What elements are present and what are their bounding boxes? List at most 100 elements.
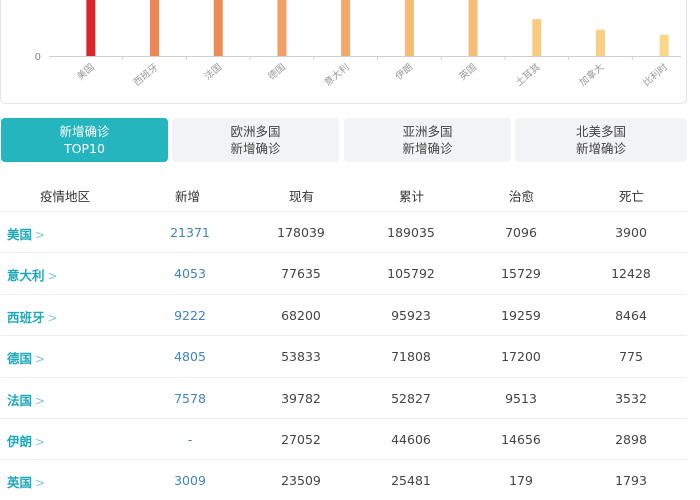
total-cases-cell: 44606 — [391, 431, 431, 447]
x-tick-label: 德国 — [266, 61, 288, 82]
total-cases-cell: 95923 — [391, 307, 431, 323]
current-cases-cell: 77635 — [281, 266, 321, 282]
bar — [341, 0, 351, 56]
new-cases-cell[interactable]: 7578 — [135, 391, 245, 406]
header-region: 疫情地区 — [40, 189, 91, 204]
region-name: 法国 — [7, 392, 33, 408]
table-row[interactable]: 美国 >21371 178039 189035 7096 3900 — [0, 212, 687, 254]
cured-cell: 19259 — [501, 307, 541, 323]
region-name: 伊朗 — [7, 433, 33, 449]
new-cases-cell[interactable]: 9222 — [135, 308, 245, 323]
x-tick-label: 土耳其 — [513, 61, 543, 89]
chevron-right-icon: > — [35, 393, 46, 408]
table-row[interactable]: 英国 >3009 23509 25481 179 1793 — [0, 460, 687, 500]
table-row[interactable]: 德国 >4805 53833 71808 17200 775 — [0, 336, 687, 378]
table-header: 疫情地区 新增 现有 累计 治愈 死亡 — [0, 174, 687, 212]
cases-table: 疫情地区 新增 现有 累计 治愈 死亡 美国 >21371 178039 189035… — [0, 174, 687, 500]
x-tick-label: 加拿大 — [577, 61, 607, 89]
chevron-right-icon: > — [35, 434, 46, 449]
new-cases-cell[interactable]: 4053 — [135, 266, 245, 281]
bar — [468, 0, 478, 56]
tab-label-line1: 北美多国 — [575, 124, 626, 139]
chevron-right-icon: > — [35, 352, 46, 367]
region-link[interactable]: 法国 > — [7, 390, 45, 409]
table-row[interactable]: 法国 >7578 39782 52827 9513 3532 — [0, 378, 687, 419]
tab-label-line2: TOP10 — [64, 141, 105, 156]
chevron-right-icon: > — [35, 228, 46, 242]
cured-cell: 17200 — [501, 349, 541, 365]
tab-europe[interactable]: 欧洲多国 新增确诊 — [172, 118, 339, 162]
bar — [86, 0, 96, 56]
total-cases-cell: 189035 — [387, 225, 435, 240]
current-cases-cell: 68200 — [281, 307, 321, 323]
region-link[interactable]: 德国 > — [7, 348, 45, 367]
region-name: 意大利 — [7, 268, 45, 284]
cured-cell: 14656 — [501, 431, 541, 447]
top10-new-cases-chart: 0 美国 西班牙 法国 德国 意大利 伊朗 英国 土耳其 加拿大 比利时 — [0, 0, 687, 104]
current-cases-cell: 178039 — [277, 225, 325, 240]
cured-cell: 7096 — [505, 225, 537, 240]
region-name: 德国 — [7, 351, 33, 367]
header-total: 累计 — [399, 189, 425, 204]
tab-label-line2: 新增确诊 — [575, 141, 626, 156]
total-cases-cell: 105792 — [387, 266, 435, 282]
header-cured: 治愈 — [509, 189, 535, 204]
deaths-cell: 775 — [619, 349, 643, 365]
cured-cell: 15729 — [501, 266, 541, 282]
cured-cell: 9513 — [505, 390, 537, 406]
region-link[interactable]: 意大利 > — [7, 265, 58, 284]
bar — [277, 0, 287, 56]
y-tick-label: 0 — [35, 52, 41, 63]
header-deaths: 死亡 — [619, 189, 645, 204]
table-body: 美国 >21371 178039 189035 7096 3900 意大利 >4053 7763… — [0, 212, 687, 500]
tab-label-line2: 新增确诊 — [230, 141, 281, 156]
region-name: 美国 — [7, 227, 33, 242]
deaths-cell: 12428 — [611, 266, 651, 282]
new-cases-cell[interactable]: 21371 — [135, 225, 245, 240]
x-tick-label: 西班牙 — [131, 61, 161, 89]
tab-bar: 新增确诊 TOP10 欧洲多国 新增确诊 亚洲多国 新增确诊 北美多国 新增确诊 — [0, 118, 687, 162]
current-cases-cell: 39782 — [281, 390, 321, 406]
table-row[interactable]: 意大利 >4053 77635 105792 15729 12428 — [0, 253, 687, 295]
chevron-right-icon: > — [47, 310, 58, 325]
table-row[interactable]: 西班牙 >9222 68200 95923 19259 8464 — [0, 295, 687, 337]
deaths-cell: 8464 — [615, 307, 647, 323]
x-tick-label: 伊朗 — [393, 61, 415, 82]
x-tick-label: 英国 — [457, 61, 479, 82]
table-row[interactable]: 伊朗 > - 27052 44606 14656 2898 — [0, 419, 687, 461]
region-name: 西班牙 — [7, 309, 45, 325]
total-cases-cell: 25481 — [391, 473, 431, 489]
tab-label-line1: 欧洲多国 — [230, 124, 281, 139]
header-new: 新增 — [175, 189, 201, 204]
header-current: 现有 — [289, 189, 315, 204]
tab-asia[interactable]: 亚洲多国 新增确诊 — [344, 118, 511, 162]
bar — [150, 0, 160, 56]
region-link[interactable]: 美国 > — [7, 224, 45, 243]
tab-label-line1: 新增确诊 — [59, 124, 110, 139]
region-link[interactable]: 伊朗 > — [7, 431, 45, 450]
new-cases-cell[interactable]: 4805 — [135, 349, 245, 364]
bar — [404, 0, 414, 56]
tab-label-line2: 新增确诊 — [402, 141, 453, 156]
bar — [595, 29, 605, 56]
total-cases-cell: 52827 — [391, 390, 431, 406]
chevron-right-icon: > — [47, 269, 58, 284]
current-cases-cell: 23509 — [281, 473, 321, 489]
current-cases-cell: 53833 — [281, 349, 321, 365]
bar — [532, 19, 542, 56]
bar-chart: 0 美国 西班牙 法国 德国 意大利 伊朗 英国 土耳其 加拿大 比利时 — [35, 0, 681, 89]
new-cases-cell[interactable]: 3009 — [135, 473, 245, 488]
deaths-cell: 3900 — [615, 225, 647, 240]
current-cases-cell: 27052 — [281, 431, 321, 447]
x-tick-label: 法国 — [202, 61, 224, 82]
tab-north-america[interactable]: 北美多国 新增确诊 — [515, 118, 687, 162]
tab-top10[interactable]: 新增确诊 TOP10 — [1, 118, 168, 162]
cured-cell: 179 — [509, 473, 533, 489]
region-link[interactable]: 英国 > — [7, 472, 45, 491]
bar — [213, 0, 223, 56]
new-cases-cell[interactable]: - — [135, 432, 245, 447]
region-link[interactable]: 西班牙 > — [7, 307, 58, 326]
deaths-cell: 1793 — [615, 473, 647, 489]
region-name: 英国 — [7, 475, 33, 491]
chevron-right-icon: > — [35, 476, 46, 491]
